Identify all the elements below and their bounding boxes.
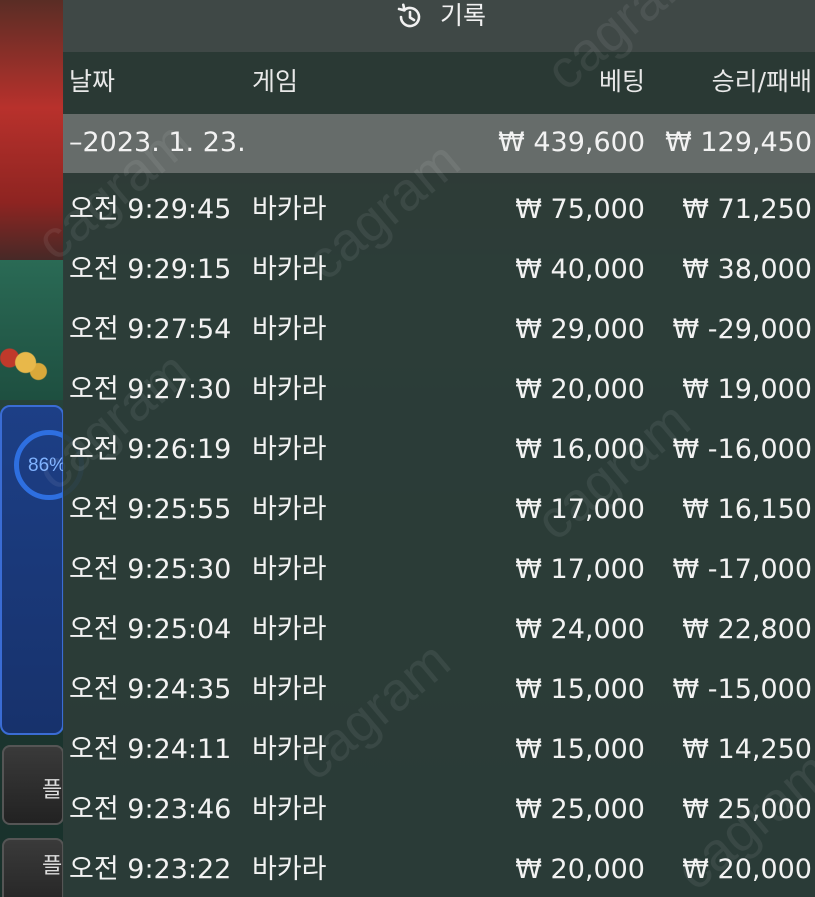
row-result: ₩ -16,000 <box>672 434 813 465</box>
history-row[interactable]: 오전 9:26:19 바카라 ₩ 16,000 ₩ -16,000 <box>63 413 815 473</box>
row-time: 오전 9:23:22 <box>69 854 232 885</box>
row-time: 오전 9:25:55 <box>69 494 232 525</box>
history-row[interactable]: 오전 9:25:55 바카라 ₩ 17,000 ₩ 16,150 <box>63 473 815 533</box>
panel-header: 기록 <box>63 0 815 52</box>
row-bet: ₩ 29,000 <box>515 314 645 345</box>
row-time: 오전 9:29:15 <box>69 254 232 285</box>
row-bet: ₩ 20,000 <box>515 854 645 885</box>
row-bet: ₩ 25,000 <box>515 794 645 825</box>
row-game: 바카라 <box>252 434 327 465</box>
row-bet: ₩ 16,000 <box>515 434 645 465</box>
summary-result: ₩ 129,450 <box>665 127 812 158</box>
dealer-image <box>0 0 64 270</box>
row-time: 오전 9:27:54 <box>69 314 232 345</box>
row-result: ₩ 16,150 <box>682 494 812 525</box>
row-time: 오전 9:23:46 <box>69 794 232 825</box>
row-bet: ₩ 20,000 <box>515 374 645 405</box>
column-header-game: 게임 <box>252 67 299 96</box>
row-time: 오전 9:25:04 <box>69 614 232 645</box>
row-result: ₩ 20,000 <box>682 854 812 885</box>
row-result: ₩ 38,000 <box>682 254 812 285</box>
panel-title: 기록 <box>440 1 487 30</box>
row-bet: ₩ 40,000 <box>515 254 645 285</box>
row-result: ₩ -15,000 <box>672 674 813 705</box>
history-icon <box>397 3 421 28</box>
background-button-1-label: 플 <box>42 778 63 803</box>
row-result: ₩ 22,800 <box>682 614 812 645</box>
row-result: ₩ 71,250 <box>682 194 812 225</box>
row-game: 바카라 <box>252 674 327 705</box>
history-row[interactable]: 오전 9:25:04 바카라 ₩ 24,000 ₩ 22,800 <box>63 593 815 653</box>
row-game: 바카라 <box>252 554 327 585</box>
row-time: 오전 9:26:19 <box>69 434 232 465</box>
row-result: ₩ -17,000 <box>672 554 813 585</box>
history-row[interactable]: 오전 9:24:11 바카라 ₩ 15,000 ₩ 14,250 <box>63 713 815 773</box>
row-bet: ₩ 24,000 <box>515 614 645 645</box>
column-headers: 날짜 게임 베팅 승리/패배 <box>63 52 815 114</box>
history-list: 오전 9:29:45 바카라 ₩ 75,000 ₩ 71,250 오전 9:29:15 바… <box>63 173 815 893</box>
row-game: 바카라 <box>252 614 327 645</box>
chips-image <box>0 340 64 385</box>
row-bet: ₩ 17,000 <box>515 494 645 525</box>
row-game: 바카라 <box>252 314 327 345</box>
row-time: 오전 9:27:30 <box>69 374 232 405</box>
column-header-bet: 베팅 <box>598 67 645 96</box>
background-button-2-label: 플 <box>42 854 63 879</box>
row-bet: ₩ 75,000 <box>515 194 645 225</box>
row-game: 바카라 <box>252 194 327 225</box>
history-row[interactable]: 오전 9:29:15 바카라 ₩ 40,000 ₩ 38,000 <box>63 233 815 293</box>
row-bet: ₩ 15,000 <box>515 734 645 765</box>
row-result: ₩ 19,000 <box>682 374 812 405</box>
row-time: 오전 9:24:11 <box>69 734 232 765</box>
row-game: 바카라 <box>252 794 327 825</box>
row-game: 바카라 <box>252 854 327 885</box>
stage: 86% 플 플 기록 날짜 게임 베팅 승리/패배 –2023. 1. 23. … <box>0 0 815 897</box>
history-row[interactable]: 오전 9:27:54 바카라 ₩ 29,000 ₩ -29,000 <box>63 293 815 353</box>
row-game: 바카라 <box>252 734 327 765</box>
row-time: 오전 9:25:30 <box>69 554 232 585</box>
history-panel: 기록 날짜 게임 베팅 승리/패배 –2023. 1. 23. ₩ 439,60… <box>25 0 815 897</box>
row-bet: ₩ 15,000 <box>515 674 645 705</box>
history-row[interactable]: 오전 9:25:30 바카라 ₩ 17,000 ₩ -17,000 <box>63 533 815 593</box>
row-time: 오전 9:24:35 <box>69 674 232 705</box>
summary-date: –2023. 1. 23. <box>69 127 246 158</box>
row-result: ₩ 25,000 <box>682 794 812 825</box>
history-row[interactable]: 오전 9:23:46 바카라 ₩ 25,000 ₩ 25,000 <box>63 773 815 833</box>
column-header-date: 날짜 <box>69 67 116 96</box>
row-bet: ₩ 17,000 <box>515 554 645 585</box>
summary-bet: ₩ 439,600 <box>498 127 645 158</box>
history-row[interactable]: 오전 9:23:22 바카라 ₩ 20,000 ₩ 20,000 <box>63 833 815 893</box>
row-game: 바카라 <box>252 494 327 525</box>
row-result: ₩ -29,000 <box>672 314 813 345</box>
row-game: 바카라 <box>252 254 327 285</box>
column-header-result: 승리/패배 <box>711 67 812 96</box>
progress-ring-text: 86% <box>28 455 67 476</box>
row-game: 바카라 <box>252 374 327 405</box>
date-summary-row[interactable]: –2023. 1. 23. ₩ 439,600 ₩ 129,450 <box>63 114 815 173</box>
history-row[interactable]: 오전 9:29:45 바카라 ₩ 75,000 ₩ 71,250 <box>63 173 815 233</box>
row-time: 오전 9:29:45 <box>69 194 232 225</box>
history-row[interactable]: 오전 9:24:35 바카라 ₩ 15,000 ₩ -15,000 <box>63 653 815 713</box>
history-row[interactable]: 오전 9:27:30 바카라 ₩ 20,000 ₩ 19,000 <box>63 353 815 413</box>
row-result: ₩ 14,250 <box>682 734 812 765</box>
